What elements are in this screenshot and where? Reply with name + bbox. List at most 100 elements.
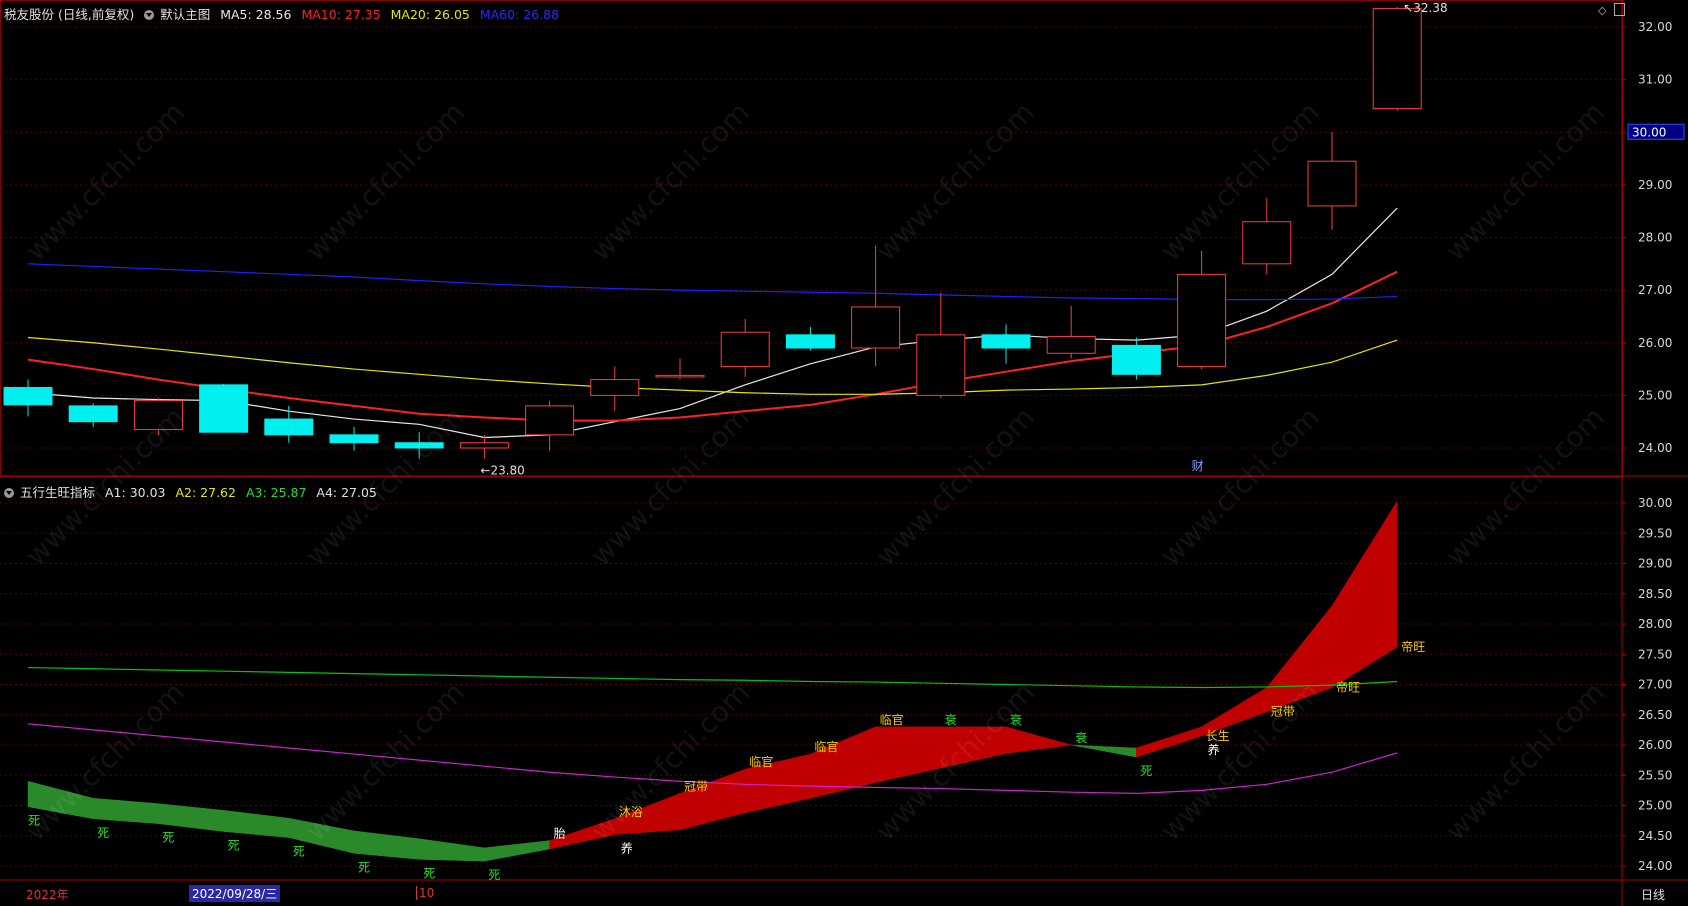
phase-label: 死 (97, 826, 109, 840)
indicator-tick-label: 24.00 (1638, 859, 1672, 873)
main-price-axis: 24.00 25.00 26.00 27.00 28.00 29.00 30.00 31.00… (1622, 20, 1685, 455)
panel-toggle-icon[interactable] (1614, 3, 1625, 16)
candle[interactable] (1177, 250, 1227, 370)
stock-chart[interactable]: 死死 死死 死死死死胎沐浴冠带临官临官临官衰衰衰死长生冠带帝旺帝旺养养 24.002… (0, 0, 1688, 906)
indicator-tick-label: 26.00 (1638, 738, 1672, 752)
phase-label: 死 (162, 831, 174, 845)
dropdown-icon[interactable] (4, 488, 14, 498)
candle-body (133, 400, 183, 431)
phase-label: 死 (423, 866, 435, 880)
candle[interactable] (720, 319, 770, 377)
candle-body (394, 442, 444, 449)
indicator-name[interactable]: 五行生旺指标 (20, 485, 95, 500)
candle[interactable] (394, 432, 444, 459)
candle[interactable] (1111, 337, 1161, 380)
price-tick-label: 29.00 (1638, 178, 1672, 192)
candles[interactable] (3, 7, 1422, 459)
candle[interactable] (68, 403, 118, 427)
price-tick-label: 27.00 (1638, 283, 1672, 297)
candle[interactable] (1046, 305, 1096, 359)
cursor-date: 2022/09/28/三 (189, 885, 281, 902)
indicator-header: 五行生旺指标 A1: 30.03 A2: 27.62 A3: 25.87 A4:… (4, 482, 383, 501)
candle[interactable] (1307, 132, 1357, 230)
stock-title[interactable]: 税友股份 (日线,前复权) (4, 7, 134, 22)
a1-value: A1: 30.03 (105, 485, 166, 500)
price-tick-label: 25.00 (1638, 388, 1672, 402)
candle-body (459, 442, 509, 449)
price-tick-label: 31.00 (1638, 73, 1672, 87)
indicator-labels: 死死 死死 死死死死胎沐浴冠带临官临官临官衰衰衰死长生冠带帝旺帝旺养养 (28, 639, 1425, 882)
price-tick-label: 32.00 (1638, 20, 1672, 34)
price-tick-label: 24.00 (1638, 441, 1672, 455)
band-segment (1136, 726, 1202, 758)
candle[interactable] (916, 292, 966, 399)
candle[interactable] (329, 426, 379, 451)
candle[interactable] (525, 400, 575, 451)
band-segment (875, 726, 942, 783)
dropdown-icon[interactable] (144, 10, 155, 20)
candle-body (68, 405, 118, 423)
phase-label-secondary: 养 (621, 841, 633, 856)
candle-body (1177, 273, 1227, 367)
candle[interactable] (851, 245, 901, 367)
candle-body (655, 374, 705, 378)
indicator-tick-label: 28.50 (1638, 587, 1672, 601)
band-segment (1005, 726, 1072, 754)
indicator-tick-label: 27.50 (1638, 647, 1672, 661)
candle-body (1046, 335, 1096, 354)
candle[interactable] (1372, 7, 1422, 112)
diamond-icon[interactable]: ◇ (1598, 4, 1606, 17)
indicator-tick-label: 29.50 (1638, 526, 1672, 540)
candle[interactable] (459, 434, 509, 459)
candle[interactable] (590, 366, 640, 412)
phase-label: 衰 (1010, 712, 1022, 727)
indicator-tick-label: 25.00 (1638, 799, 1672, 813)
period-button[interactable]: 日线 (1641, 886, 1665, 903)
ma5-value: MA5: 28.56 (220, 7, 292, 22)
candle[interactable] (199, 383, 249, 433)
candle[interactable] (1242, 198, 1292, 275)
phase-label: 长生 (1206, 729, 1230, 743)
phase-label-secondary: 养 (1208, 742, 1220, 757)
phase-label: 临官 (880, 712, 904, 727)
event-marker[interactable]: 财 (1192, 459, 1204, 473)
price-tick-label: 28.00 (1638, 231, 1672, 245)
indicator-tick-label: 24.50 (1638, 829, 1672, 843)
main-chart-header: 税友股份 (日线,前复权) 默认主图 MA5: 28.56 MA10: 27.3… (4, 4, 565, 23)
candle-body (1242, 221, 1292, 265)
phase-label: 临官 (814, 739, 838, 754)
low-price-label: ←23.80 (480, 464, 524, 478)
candle[interactable] (981, 324, 1031, 364)
phase-label: 死 (1140, 764, 1152, 778)
indicator-tick-label: 29.00 (1638, 557, 1672, 571)
month-label: 10 (416, 886, 434, 900)
candle[interactable] (133, 398, 183, 435)
candle-body (981, 334, 1031, 349)
candle-body (1372, 8, 1422, 110)
candle[interactable] (655, 358, 705, 380)
phase-label: 死 (488, 868, 500, 882)
phase-label: 死 (358, 860, 370, 874)
candle[interactable] (264, 405, 314, 443)
phase-label: 胎 (554, 827, 566, 841)
candle[interactable] (785, 326, 835, 351)
current-price-label: 30.00 (1632, 125, 1666, 139)
band-segment (223, 810, 290, 838)
indicator-tick-label: 30.00 (1638, 496, 1672, 510)
chart-name[interactable]: 默认主图 (160, 7, 210, 22)
indicator-tick-label: 26.50 (1638, 708, 1672, 722)
phase-label: 临官 (749, 754, 773, 769)
phase-label: 沐浴 (619, 805, 643, 819)
phase-label: 冠带 (684, 779, 708, 793)
year-label: 2022年 (26, 888, 69, 902)
ma10-value: MA10: 27.35 (301, 7, 381, 22)
candle-body (1307, 160, 1357, 207)
a4-value: A4: 27.05 (316, 485, 377, 500)
band-segment (353, 830, 420, 860)
band-segment (418, 838, 485, 862)
ma20-value: MA20: 26.05 (390, 7, 470, 22)
candle-body (590, 379, 640, 396)
phase-label: 帝旺 (1401, 639, 1425, 654)
candle[interactable] (3, 379, 53, 417)
phase-label: 帝旺 (1336, 680, 1360, 695)
